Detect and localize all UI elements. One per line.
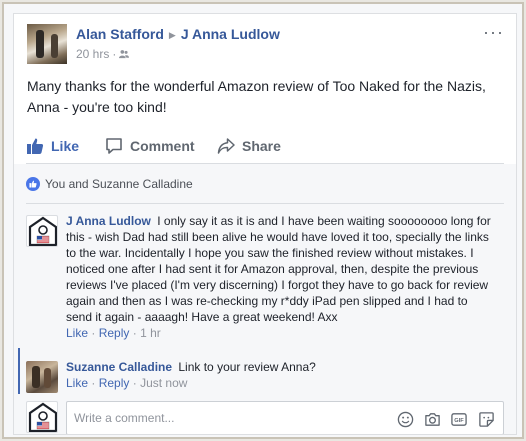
like-button[interactable]: Like <box>26 128 79 164</box>
comment-body: J Anna Ludlow I only say it as it is and… <box>66 213 504 341</box>
meta-sep: · <box>91 326 96 340</box>
friends-icon[interactable] <box>119 49 130 59</box>
commenter-photo <box>26 361 58 393</box>
commenter-avatar[interactable] <box>26 361 58 393</box>
comment-text-line: again and then as I was re-checking my r… <box>66 294 468 308</box>
post-time[interactable]: 20 hrs <box>76 47 109 61</box>
post-text-line: Many thanks for the wonderful Amazon rev… <box>27 78 486 94</box>
comment-composer: GIF <box>26 401 504 434</box>
camera-icon[interactable] <box>423 410 441 428</box>
comment-meta: Like · Reply · 1 hr <box>66 325 504 341</box>
meta-sep: · <box>91 376 96 390</box>
comment-reply-link[interactable]: Reply <box>99 326 130 340</box>
comment-text: Link to your review Anna? <box>178 360 316 374</box>
meta-dot: · <box>112 47 117 61</box>
emoji-icon[interactable] <box>396 410 414 428</box>
comment-time[interactable]: 1 hr <box>140 326 161 340</box>
comment-bubble-icon <box>106 138 122 154</box>
commenter-name[interactable]: Suzanne Calladine <box>66 360 172 374</box>
post-text: Many thanks for the wonderful Amazon rev… <box>27 76 502 118</box>
post-header: Alan Stafford ▶ J Anna Ludlow 20 hrs · ··· <box>27 22 506 64</box>
comment-button[interactable]: Comment <box>105 128 504 164</box>
comment-item: J Anna Ludlow I only say it as it is and… <box>26 213 504 351</box>
comment-text-line: Suzanne Calladine Link to your review An… <box>66 359 504 375</box>
post-text-line: Anna - you're too kind! <box>27 99 167 115</box>
outer-frame: Alan Stafford ▶ J Anna Ludlow 20 hrs · ··· … <box>2 2 524 439</box>
reply-thread-bar <box>18 348 20 394</box>
commenter-avatar[interactable] <box>26 215 58 247</box>
comment-text-line: send it again - aaaagh! Have a great wee… <box>66 310 338 324</box>
comment-reply-link[interactable]: Reply <box>99 376 130 390</box>
more-options-button[interactable]: ··· <box>483 22 504 43</box>
pentagon-flag-logo-icon <box>28 402 57 432</box>
share-label: Share <box>242 138 281 154</box>
comment-text-line: noticed one after I had sent it for Amaz… <box>66 262 479 276</box>
reactions-divider <box>26 203 504 204</box>
action-bar: Like Comment Share <box>14 128 516 164</box>
comment-like-link[interactable]: Like <box>66 376 88 390</box>
target-name[interactable]: J Anna Ludlow <box>181 26 280 42</box>
share-arrow-icon <box>217 138 235 154</box>
comment-like-link[interactable]: Like <box>66 326 88 340</box>
like-label: Like <box>51 138 80 154</box>
thumbs-up-icon <box>27 138 44 154</box>
post-names: Alan Stafford ▶ J Anna Ludlow <box>76 26 280 42</box>
comment-time[interactable]: Just now <box>140 376 187 390</box>
commenter-name[interactable]: J Anna Ludlow <box>66 214 151 228</box>
author-avatar[interactable] <box>27 24 67 64</box>
sticker-icon[interactable] <box>477 410 495 428</box>
comment-label: Comment <box>130 138 195 154</box>
comment-text-line: J Anna Ludlow I only say it as it is and… <box>66 213 504 229</box>
reactions-text: You and Suzanne Calladine <box>45 177 193 191</box>
current-user-avatar[interactable] <box>26 401 58 433</box>
svg-text:GIF: GIF <box>454 418 464 424</box>
comment-meta: Like · Reply · Just now <box>66 375 504 391</box>
comment-text-line: this - wish Dad had still been alive he … <box>66 230 489 244</box>
post-meta: 20 hrs · <box>76 47 130 61</box>
post-card: Alan Stafford ▶ J Anna Ludlow 20 hrs · ··· … <box>13 13 517 435</box>
arrow-right-icon: ▶ <box>168 30 176 40</box>
reactions-summary[interactable]: You and Suzanne Calladine <box>26 177 193 191</box>
comment-text-line: to the war. Incidentally I hope you saw … <box>66 246 474 260</box>
meta-sep: · <box>132 376 137 390</box>
meta-sep: · <box>132 326 137 340</box>
comment-text-line: reviews I've placed (I'm very discerning… <box>66 278 489 292</box>
author-name[interactable]: Alan Stafford <box>76 26 164 42</box>
comment-input-box: GIF <box>66 401 504 434</box>
like-reaction-icon <box>26 177 40 191</box>
pentagon-flag-logo-icon <box>28 216 57 246</box>
gif-icon[interactable]: GIF <box>450 410 468 428</box>
comment-body: Suzanne Calladine Link to your review An… <box>66 359 504 391</box>
comment-text: I only say it as it is and I have been w… <box>157 214 491 228</box>
composer-icons: GIF <box>396 410 495 428</box>
comment-item: Suzanne Calladine Link to your review An… <box>26 359 504 395</box>
comment-input[interactable] <box>74 402 374 434</box>
comments-section: You and Suzanne Calladine J Anna Ludlow … <box>14 164 516 434</box>
share-button[interactable]: Share <box>217 128 281 164</box>
